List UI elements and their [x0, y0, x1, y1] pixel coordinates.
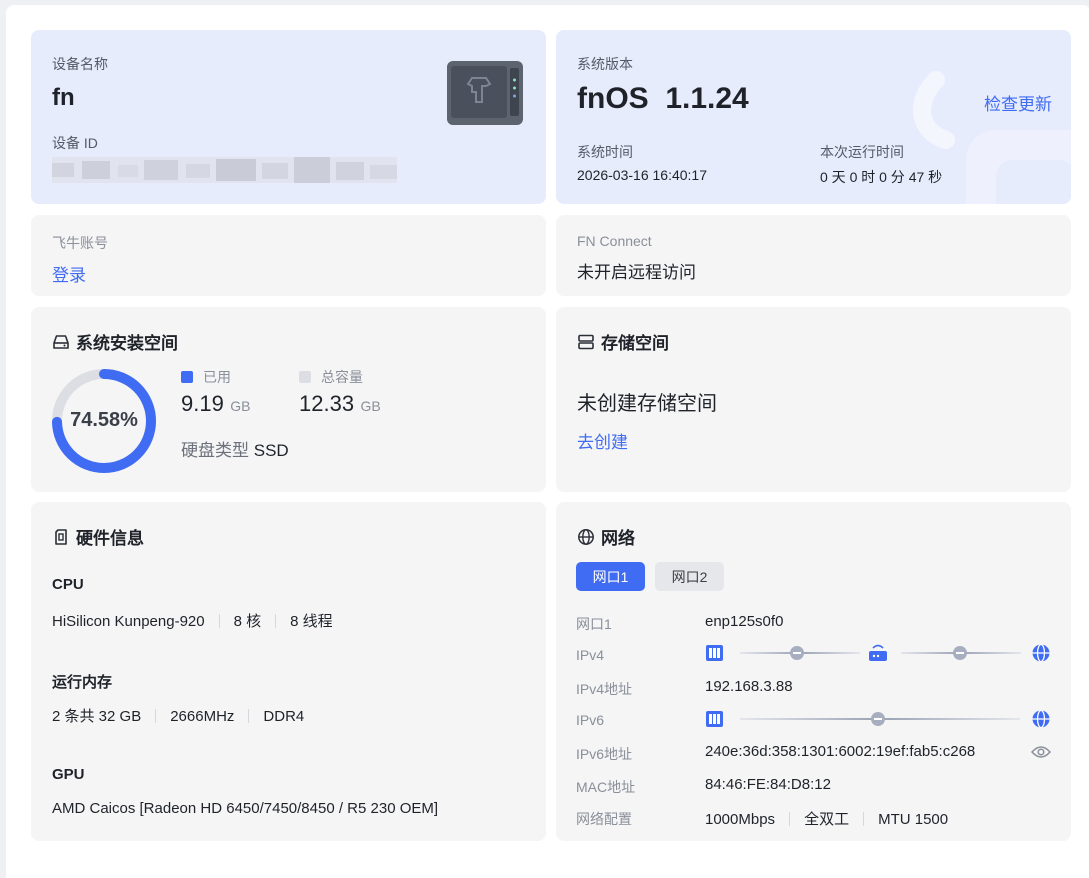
- device-name-label: 设备名称: [52, 56, 108, 72]
- separator: [218, 614, 220, 628]
- install-space-title-row: 系统安装空间: [52, 329, 178, 354]
- total-legend: 总容量: [299, 367, 363, 387]
- cpu-cores: 8 核: [233, 613, 262, 630]
- internet-globe-icon: [1032, 709, 1050, 729]
- cpu-label: CPU: [52, 576, 84, 593]
- system-time-label: 系统时间: [577, 144, 633, 160]
- total-value: 12.33: [299, 391, 355, 416]
- check-update-link[interactable]: 检查更新: [984, 90, 1052, 115]
- ipv4-address: 192.168.3.88: [705, 678, 793, 695]
- total-amount: 12.33 GB: [299, 391, 381, 417]
- system-card: 系统版本 fnOS 1.1.24 检查更新 系统时间 2026-03-16 16…: [556, 30, 1071, 204]
- globe-icon: [578, 528, 594, 545]
- memory-size: 2 条共 32 GB: [52, 708, 142, 725]
- login-link[interactable]: 登录: [52, 261, 86, 286]
- account-card: 飞牛账号 登录: [31, 215, 546, 296]
- memory-type: DDR4: [263, 708, 305, 725]
- router-icon: [869, 644, 887, 661]
- device-id-redacted: [52, 157, 397, 183]
- ipv4-label: IPv4: [576, 647, 605, 663]
- used-amount: 9.19 GB: [181, 391, 251, 417]
- memory-frequency: 2666MHz: [170, 708, 235, 725]
- duplex-mode: 全双工: [804, 811, 850, 828]
- device-name: fn: [52, 84, 75, 111]
- hardware-title-row: 硬件信息: [52, 524, 144, 549]
- disk-type-label: 硬盘类型: [181, 441, 249, 460]
- storage-status: 未创建存储空间: [577, 393, 717, 415]
- gpu-model: AMD Caicos [Radeon HD 6450/7450/8450 / R…: [52, 800, 439, 817]
- gpu-label: GPU: [52, 766, 85, 783]
- total-unit: GB: [360, 398, 381, 414]
- ipv6-address-label: IPv6地址: [576, 746, 633, 762]
- network-title: 网络: [601, 529, 635, 548]
- network-config: 1000Mbps 全双工 MTU 1500: [705, 808, 948, 829]
- storage-icon: [578, 334, 594, 349]
- port-label: 网口1: [576, 616, 612, 632]
- eye-icon[interactable]: [1031, 745, 1051, 759]
- mac-label: MAC地址: [576, 779, 636, 795]
- tab-port-1[interactable]: 网口1: [576, 562, 645, 591]
- usage-percent: 74.58%: [70, 409, 138, 431]
- network-config-label: 网络配置: [576, 811, 632, 827]
- storage-title-row: 存储空间: [577, 329, 669, 354]
- mac-address: 84:46:FE:84:D8:12: [705, 776, 831, 793]
- ipv6-topology: [706, 709, 1050, 729]
- nas-port-icon: [706, 711, 723, 727]
- total-legend-swatch: [299, 371, 311, 383]
- ipv6-address: 240e:36d:358:1301:6002:19ef:fab5:c268: [705, 743, 976, 760]
- device-id-label: 设备 ID: [52, 135, 98, 151]
- cpu-model: HiSilicon Kunpeng-920: [52, 613, 205, 630]
- device-card: 设备名称 fn 设备 ID: [31, 30, 546, 204]
- hardware-card: 硬件信息 CPU HiSilicon Kunpeng-920 8 核 8 线程 运行…: [31, 502, 546, 841]
- page-container: 设备名称 fn 设备 ID 系统版本 fnOS 1.1.24 检查更新 系统时间…: [6, 5, 1089, 878]
- cpu-info: HiSilicon Kunpeng-920 8 核 8 线程: [52, 610, 333, 631]
- separator: [248, 709, 250, 723]
- cpu-threads: 8 线程: [290, 613, 333, 630]
- nas-port-icon: [706, 645, 723, 661]
- separator: [789, 812, 791, 826]
- install-space-title: 系统安装空间: [76, 334, 178, 353]
- system-version: fnOS 1.1.24: [577, 82, 749, 115]
- tab-port-2[interactable]: 网口2: [655, 562, 724, 591]
- connect-status: 未开启远程访问: [577, 263, 696, 282]
- ipv6-label: IPv6: [576, 712, 605, 728]
- memory-label: 运行内存: [52, 674, 113, 691]
- network-title-row: 网络: [577, 524, 635, 549]
- uptime: 0 天 0 时 0 分 47 秒: [820, 169, 943, 185]
- memory-info: 2 条共 32 GB 2666MHz DDR4: [52, 705, 304, 726]
- system-time: 2026-03-16 16:40:17: [577, 167, 707, 183]
- storage-title: 存储空间: [601, 334, 669, 353]
- hardware-title: 硬件信息: [76, 529, 144, 548]
- uptime-label: 本次运行时间: [820, 144, 904, 160]
- separator: [863, 812, 865, 826]
- ipv4-address-label: IPv4地址: [576, 681, 633, 697]
- network-card: 网络 网口1 网口2 网口1 enp125s0f0 IPv4 IPv4地址 19…: [556, 502, 1071, 841]
- device-chip-icon: [55, 528, 67, 545]
- port-value: enp125s0f0: [705, 613, 784, 630]
- separator: [155, 709, 157, 723]
- create-storage-link[interactable]: 去创建: [577, 428, 628, 453]
- connect-label: FN Connect: [577, 233, 652, 249]
- hard-drive-icon: [53, 334, 69, 349]
- ipv4-topology: [706, 643, 1050, 663]
- used-unit: GB: [230, 398, 251, 414]
- install-space-card: 系统安装空间 74.58% 已用 9.19 GB 总容量 12.33 GB 硬盘…: [31, 307, 546, 492]
- total-label: 总容量: [321, 369, 363, 385]
- used-legend-swatch: [181, 371, 193, 383]
- link-speed: 1000Mbps: [705, 811, 776, 828]
- separator: [275, 614, 277, 628]
- nas-device-icon: [446, 60, 524, 131]
- used-value: 9.19: [181, 391, 224, 416]
- internet-globe-icon: [1032, 643, 1050, 663]
- account-label: 飞牛账号: [52, 235, 108, 251]
- disk-type-value: SSD: [253, 441, 289, 460]
- storage-card: 存储空间 未创建存储空间 去创建: [556, 307, 1071, 492]
- used-legend: 已用: [181, 367, 231, 387]
- system-version-label: 系统版本: [577, 56, 633, 72]
- used-label: 已用: [203, 369, 231, 385]
- mtu: MTU 1500: [878, 811, 949, 828]
- disk-type: 硬盘类型 SSD: [181, 436, 289, 461]
- connect-card: FN Connect 未开启远程访问: [556, 215, 1071, 296]
